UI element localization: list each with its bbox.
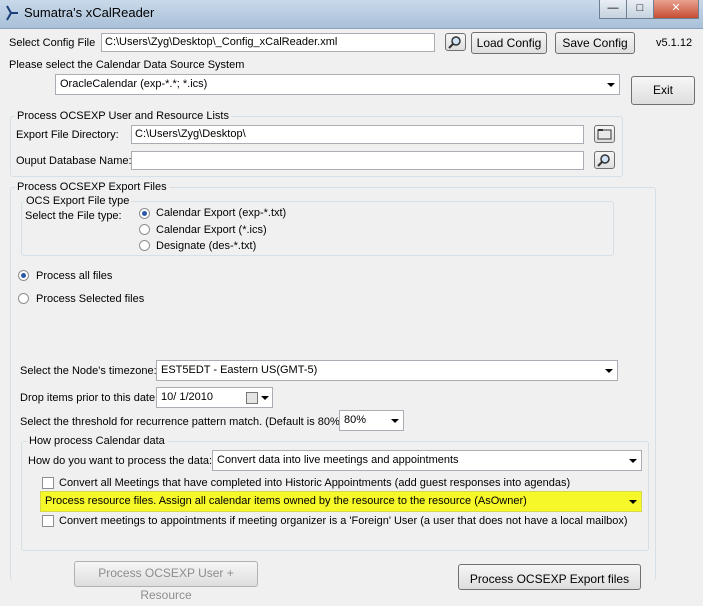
file-type-label-exp: Calendar Export (exp-*.txt) xyxy=(156,207,287,219)
chevron-down-icon xyxy=(629,500,637,504)
timezone-select[interactable]: EST5EDT - Eastern US(GMT-5) xyxy=(156,360,618,381)
source-label: Please select the Calendar Data Source S… xyxy=(9,59,245,71)
user-lists-legend: Process OCSEXP User and Resource Lists xyxy=(15,110,231,122)
search-icon xyxy=(448,36,461,49)
convert-meetings-label: Convert all Meetings that have completed… xyxy=(59,477,571,489)
timezone-label: Select the Node's timezone: xyxy=(20,365,157,377)
chevron-down-icon xyxy=(391,419,399,423)
convert-meetings-checkbox[interactable] xyxy=(42,477,54,489)
exit-button[interactable]: Exit xyxy=(631,76,695,105)
save-config-button[interactable]: Save Config xyxy=(555,32,635,54)
config-label: Select Config File xyxy=(9,37,96,49)
export-files-legend: Process OCSEXP Export Files xyxy=(15,181,169,193)
app-icon xyxy=(6,5,18,21)
browse-folder-button[interactable] xyxy=(594,125,615,143)
file-type-legend: OCS Export File type xyxy=(24,195,132,207)
file-type-label-des: Designate (des-*.txt) xyxy=(156,240,257,252)
file-type-radio-des[interactable] xyxy=(139,240,150,251)
process-all-label: Process all files xyxy=(36,270,113,282)
browse-db-button[interactable] xyxy=(594,151,615,169)
chevron-down-icon xyxy=(261,396,269,400)
how-process-label: How do you want to process the data: xyxy=(28,455,213,467)
export-dir-field[interactable]: C:\Users\Zyg\Desktop\ xyxy=(131,125,584,144)
process-export-files-button[interactable]: Process OCSEXP Export files xyxy=(458,564,641,590)
process-user-resource-button[interactable]: Process OCSEXP User + Resource xyxy=(74,561,258,602)
chevron-down-icon xyxy=(605,369,613,373)
process-selected-label: Process Selected files xyxy=(36,293,145,305)
browse-config-button[interactable] xyxy=(445,33,466,51)
drop-date-value: 10/ 1/2010 xyxy=(161,391,213,403)
drop-date-label: Drop items prior to this date xyxy=(20,392,156,404)
load-config-button[interactable]: Load Config xyxy=(471,32,547,54)
version-label: v5.1.12 xyxy=(656,37,693,49)
maximize-button[interactable]: □ xyxy=(626,0,654,19)
threshold-select[interactable]: 80% xyxy=(339,410,404,431)
calendar-icon xyxy=(246,392,258,404)
file-type-label-ics: Calendar Export (*.ics) xyxy=(156,224,267,236)
resource-process-select[interactable]: Process resource files. Assign all calen… xyxy=(40,491,642,512)
db-name-label: Ouput Database Name: xyxy=(16,155,132,167)
threshold-value: 80% xyxy=(344,414,367,426)
title-bar: Sumatra's xCalReader — □ ✕ xyxy=(0,0,703,29)
process-all-radio[interactable] xyxy=(18,270,29,281)
file-type-radio-exp[interactable] xyxy=(139,208,150,219)
select-type-label: Select the File type: xyxy=(25,210,122,222)
source-select-value: OracleCalendar (exp-*.*; *.ics) xyxy=(60,78,208,90)
config-path-field[interactable]: C:\Users\Zyg\Desktop\_Config_xCalReader.… xyxy=(101,33,435,52)
search-icon xyxy=(597,154,610,167)
resource-process-value: Process resource files. Assign all calen… xyxy=(45,495,527,507)
timezone-select-value: EST5EDT - Eastern US(GMT-5) xyxy=(161,364,318,376)
db-name-field[interactable] xyxy=(131,151,584,170)
how-process-select[interactable]: Convert data into live meetings and appo… xyxy=(212,450,642,471)
drop-date-picker[interactable]: 10/ 1/2010 xyxy=(156,387,273,408)
convert-foreign-checkbox[interactable] xyxy=(42,515,54,527)
file-type-radio-ics[interactable] xyxy=(139,224,150,235)
threshold-label: Select the threshold for recurrence patt… xyxy=(20,416,347,428)
process-selected-radio[interactable] xyxy=(18,293,29,304)
how-process-value: Convert data into live meetings and appo… xyxy=(217,454,459,466)
calendar-data-legend: How process Calendar data xyxy=(27,435,167,447)
chevron-down-icon xyxy=(607,83,615,87)
convert-foreign-label: Convert meetings to appointments if meet… xyxy=(59,515,628,527)
window-title: Sumatra's xCalReader xyxy=(24,5,155,20)
folder-icon xyxy=(597,129,612,140)
minimize-button[interactable]: — xyxy=(599,0,627,19)
source-select[interactable]: OracleCalendar (exp-*.*; *.ics) xyxy=(55,74,620,95)
export-dir-label: Export File Directory: xyxy=(16,129,119,141)
close-button[interactable]: ✕ xyxy=(653,0,699,19)
chevron-down-icon xyxy=(629,459,637,463)
